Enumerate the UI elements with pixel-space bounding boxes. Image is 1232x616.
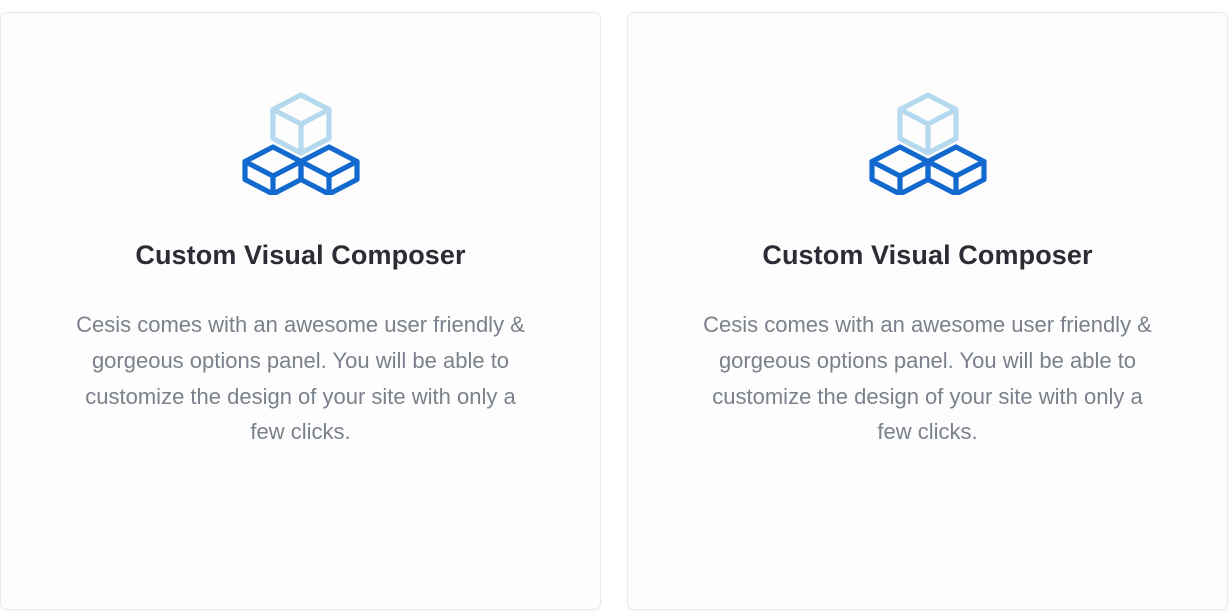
card-title: Custom Visual Composer (135, 240, 466, 270)
card-description: Cesis comes with an awesome user friendl… (703, 312, 1152, 445)
feature-cards-row: Custom Visual Composer Cesis comes with … (0, 0, 1232, 616)
feature-card-2[interactable]: Custom Visual Composer Cesis comes with … (627, 12, 1228, 610)
card-title: Custom Visual Composer (762, 240, 1093, 270)
feature-card-1[interactable]: Custom Visual Composer Cesis comes with … (0, 12, 601, 610)
stacked-cubes-icon (241, 92, 360, 195)
stacked-cubes-icon (868, 92, 987, 195)
card-description: Cesis comes with an awesome user friendl… (76, 312, 525, 445)
